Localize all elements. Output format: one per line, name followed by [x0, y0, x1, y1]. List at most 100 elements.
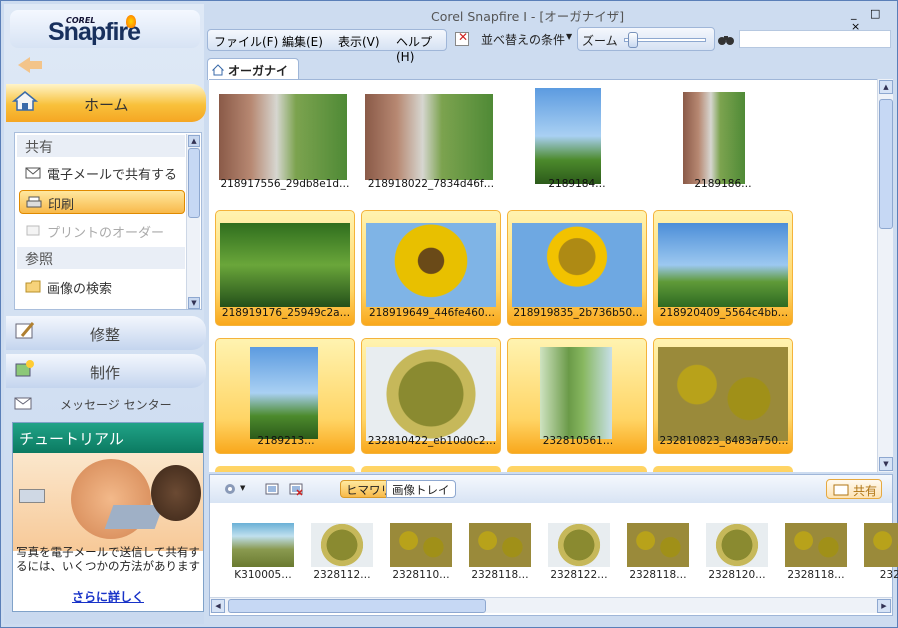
share-header: 共有: [17, 135, 185, 157]
photo-thumbnail-partial[interactable]: [653, 466, 793, 472]
scroll-right-icon[interactable]: ▶: [877, 599, 891, 613]
photo-thumbnail[interactable]: 2189186…: [653, 86, 793, 202]
scroll-down-icon[interactable]: ▼: [188, 297, 200, 309]
window-title: Corel Snapfire I - [オーガナイザ]: [431, 9, 625, 24]
nav-edit-label: 修整: [90, 326, 121, 344]
search-input[interactable]: [739, 30, 891, 48]
tray-image: [311, 523, 373, 567]
gallery-scrollbar[interactable]: ▲ ▼: [877, 79, 893, 472]
nav-edit[interactable]: 修整: [6, 316, 206, 350]
nav-create-label: 制作: [90, 364, 121, 382]
printer-icon: [26, 196, 42, 208]
tray-scrollbar[interactable]: ◀ ▶: [210, 597, 892, 613]
nav-create[interactable]: 制作: [6, 354, 206, 388]
tutorial-title: チュートリアル: [13, 423, 203, 453]
photo-thumbnail[interactable]: 218920409_5564c4bb…: [653, 210, 793, 326]
message-center[interactable]: メッセージ センター: [10, 393, 206, 415]
add-to-tray-icon[interactable]: [264, 481, 280, 497]
gear-icon[interactable]: [222, 481, 238, 497]
photo-thumbnail-partial[interactable]: [507, 466, 647, 472]
tutorial-learn-more-link[interactable]: さらに詳しく: [13, 588, 203, 605]
nav-home[interactable]: ホーム: [6, 84, 206, 122]
photo-thumbnail[interactable]: 218919176_25949c2a…: [215, 210, 355, 326]
task-list-scrollbar[interactable]: ▲ ▼: [186, 134, 200, 309]
tray-image: [548, 523, 610, 567]
photo-image: [220, 223, 350, 307]
share-button[interactable]: 共有: [826, 479, 882, 499]
photo-image: [658, 223, 788, 307]
scroll-thumb[interactable]: [228, 599, 486, 613]
tutorial-illustration: [13, 453, 203, 551]
photo-thumbnail[interactable]: 218919835_2b736b50…: [507, 210, 647, 326]
window-controls[interactable]: _ □ ×: [851, 7, 891, 33]
tray-thumbnail[interactable]: 2328118…: [469, 523, 531, 585]
chevron-down-icon[interactable]: ▼: [566, 32, 572, 41]
menu-bar: ファイル(F) 編集(E) 表示(V) ヘルプ(H) 並べ替えの条件 ▼ ズーム: [205, 27, 895, 64]
photo-thumbnail[interactable]: 232810561…: [507, 338, 647, 454]
photo-caption: 2189184…: [548, 178, 606, 190]
menu-file[interactable]: ファイル(F): [214, 33, 278, 50]
photo-thumbnail[interactable]: 218919649_446fe460…: [361, 210, 501, 326]
tray-image: [469, 523, 531, 567]
back-button[interactable]: [16, 52, 46, 78]
menu-view[interactable]: 表示(V): [338, 33, 380, 50]
menu-edit[interactable]: 編集(E): [282, 33, 323, 50]
photo-thumbnail[interactable]: 218917556_29db8e1d…: [215, 86, 355, 202]
photo-thumbnail[interactable]: 232810422_eb10d0c2…: [361, 338, 501, 454]
remove-from-tray-icon[interactable]: [288, 481, 304, 497]
photo-caption: 218919176_25949c2a…: [221, 307, 351, 319]
zoom-control: ズーム: [577, 27, 715, 51]
scroll-thumb[interactable]: [188, 148, 200, 218]
tray-thumbnail[interactable]: 232…: [864, 523, 898, 585]
tray-image: [785, 523, 847, 567]
tray-thumbnail[interactable]: 2328120…: [706, 523, 768, 585]
image-tray: ▼ ヒマワリ 画像トレイ 共有 K310005… 2328112… 2328110……: [209, 474, 898, 616]
photo-thumbnail[interactable]: 2189184…: [507, 86, 647, 202]
menu-group: ファイル(F) 編集(E) 表示(V) ヘルプ(H): [207, 29, 447, 64]
photo-thumbnail[interactable]: 2189213…: [215, 338, 355, 454]
task-list: 共有 電子メールで共有する 印刷 プリントのオーダー 参照 画像の検索 ▲ ▼: [14, 132, 202, 310]
scroll-down-icon[interactable]: ▼: [879, 457, 893, 471]
scroll-up-icon[interactable]: ▲: [879, 80, 893, 94]
tray-caption: 2328118…: [629, 569, 687, 581]
tray-thumbnail[interactable]: 2328118…: [785, 523, 847, 585]
tray-tab-image-tray[interactable]: 画像トレイ: [386, 480, 456, 498]
tray-thumbnail[interactable]: 2328112…: [311, 523, 373, 585]
photo-thumbnail-partial[interactable]: [361, 466, 501, 472]
tray-image: [706, 523, 768, 567]
tray-thumbnail[interactable]: K310005…: [232, 523, 294, 585]
tray-caption: 2328120…: [708, 569, 766, 581]
photo-caption: 218919649_446fe460…: [368, 307, 496, 319]
print-order-item[interactable]: プリントのオーダー: [19, 219, 185, 243]
tray-thumbnail[interactable]: 2328110…: [390, 523, 452, 585]
tray-image: [864, 523, 898, 567]
chevron-down-icon[interactable]: ▼: [240, 484, 245, 492]
tutorial-panel: チュートリアル 写真を電子メールで送信して共有するには、いくつかの方法があります…: [12, 422, 204, 612]
scroll-up-icon[interactable]: ▲: [188, 135, 200, 147]
tray-thumbnail[interactable]: 2328122…: [548, 523, 610, 585]
delete-icon[interactable]: [455, 30, 469, 46]
photo-thumbnail[interactable]: 218918022_7834d46f…: [361, 86, 501, 202]
home-icon: [12, 91, 38, 111]
nav-home-label: ホーム: [84, 96, 129, 114]
photo-caption: 2189186…: [694, 178, 752, 190]
tray-thumbnail[interactable]: 2328118…: [627, 523, 689, 585]
photo-gallery: 218917556_29db8e1d… 218918022_7834d46f… 21…: [209, 79, 877, 472]
tab-organizer[interactable]: オーガナイザ: [207, 58, 299, 95]
photo-thumbnail-partial[interactable]: [215, 466, 355, 472]
scroll-thumb[interactable]: [879, 99, 893, 229]
zoom-slider-knob[interactable]: [628, 32, 638, 48]
photo-image: [365, 94, 493, 180]
image-search-item[interactable]: 画像の検索: [19, 275, 185, 299]
title-bar: Corel Snapfire I - [オーガナイザ] _ □ ×: [205, 4, 895, 33]
scroll-left-icon[interactable]: ◀: [211, 599, 225, 613]
photo-caption: 232810422_eb10d0c2…: [367, 435, 497, 447]
flame-icon: [126, 15, 136, 28]
sort-by-dropdown[interactable]: 並べ替えの条件: [481, 31, 565, 48]
browse-header: 参照: [17, 247, 185, 269]
share-email-item[interactable]: 電子メールで共有する: [19, 161, 185, 185]
binoculars-icon[interactable]: [717, 32, 735, 46]
photo-thumbnail[interactable]: 232810823_8483a750…: [653, 338, 793, 454]
print-item[interactable]: 印刷: [19, 190, 185, 214]
tray-image: [627, 523, 689, 567]
